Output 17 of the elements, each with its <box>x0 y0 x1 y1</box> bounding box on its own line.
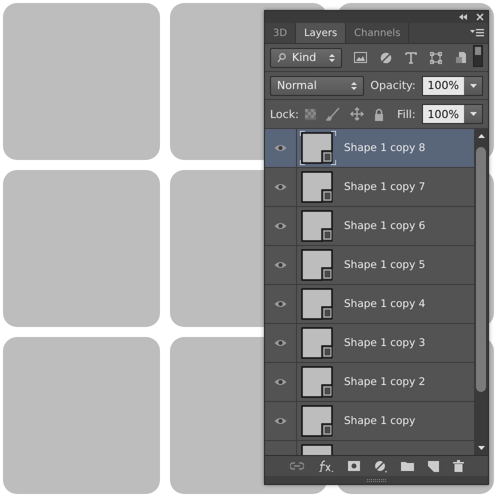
opacity-field[interactable]: 100% <box>422 76 483 96</box>
layer-row[interactable]: Shape 1 copy 6 <box>265 207 474 246</box>
layer-row[interactable]: Shape 1 copy 5 <box>265 246 474 285</box>
layer-row[interactable]: Shape 1 copy 7 <box>265 168 474 207</box>
filter-kind-dropdown[interactable]: Kind <box>270 48 342 68</box>
layer-row[interactable]: Shape 1 copy <box>265 402 474 441</box>
layer-row[interactable]: Shape 1 copy 2 <box>265 363 474 402</box>
panel-tab[interactable]: Layers <box>296 23 346 43</box>
layer-row[interactable]: Shape 1 copy 3 <box>265 324 474 363</box>
panel-tab[interactable]: Channels <box>346 23 410 43</box>
fill-field[interactable]: 100% <box>422 104 483 124</box>
fill-label: Fill: <box>397 108 416 120</box>
layer-row[interactable]: Shape 1 copy 4 <box>265 285 474 324</box>
layer-row[interactable]: Shape 1 copy 8 <box>265 129 474 168</box>
lock-label: Lock: <box>270 108 299 120</box>
opacity-label: Opacity: <box>370 79 416 92</box>
blend-mode-dropdown[interactable]: Normal <box>270 76 364 96</box>
